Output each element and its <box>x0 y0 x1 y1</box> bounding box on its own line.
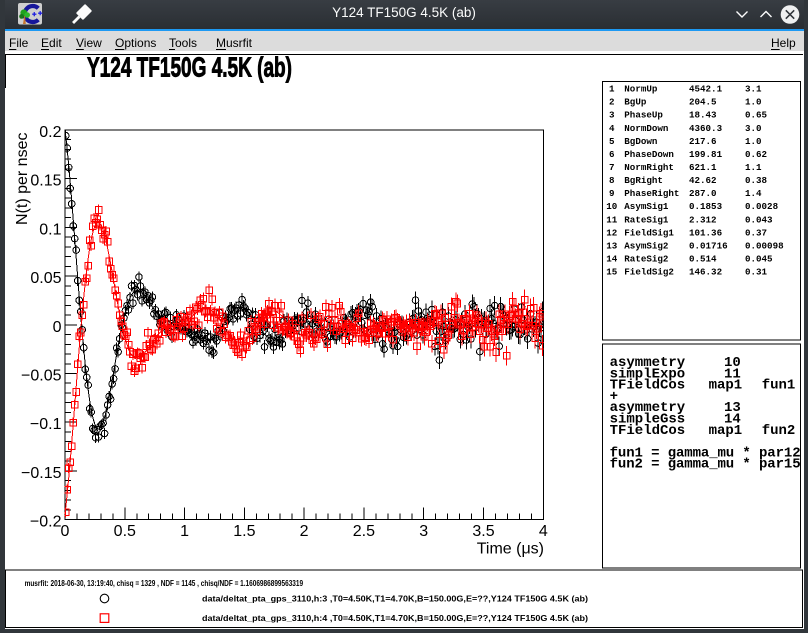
svg-text:FieldSig2: FieldSig2 <box>624 267 674 278</box>
svg-text:0.38: 0.38 <box>745 175 768 186</box>
svg-text:1.0: 1.0 <box>745 97 762 108</box>
svg-text:−0.1: −0.1 <box>30 416 62 433</box>
svg-text:1.1: 1.1 <box>745 162 762 173</box>
svg-text:1.5: 1.5 <box>233 523 255 540</box>
svg-text:1.4: 1.4 <box>745 188 762 199</box>
svg-text:18.43: 18.43 <box>689 110 717 121</box>
svg-text:8: 8 <box>609 175 615 186</box>
svg-text:11: 11 <box>606 214 618 225</box>
svg-text:0.043: 0.043 <box>745 214 773 225</box>
svg-text:0: 0 <box>53 319 62 336</box>
svg-text:FieldSig1: FieldSig1 <box>624 227 674 238</box>
svg-text:NormDown: NormDown <box>624 123 668 134</box>
svg-text:3: 3 <box>419 523 428 540</box>
svg-text:4542.1: 4542.1 <box>689 84 723 95</box>
svg-text:3.1: 3.1 <box>745 84 762 95</box>
svg-text:−0.15: −0.15 <box>21 465 62 482</box>
svg-text:Time (μs): Time (μs) <box>477 541 544 558</box>
svg-text:RateSig2: RateSig2 <box>624 254 668 265</box>
svg-text:1: 1 <box>180 523 189 540</box>
svg-text:0.2: 0.2 <box>39 124 61 141</box>
svg-text:9: 9 <box>609 188 615 199</box>
svg-text:−0.2: −0.2 <box>30 514 62 531</box>
svg-text:AsymSig2: AsymSig2 <box>624 240 668 251</box>
svg-text:0.15: 0.15 <box>30 173 61 190</box>
svg-text:BgRight: BgRight <box>624 175 663 186</box>
svg-text:NormUp: NormUp <box>624 84 658 95</box>
svg-text:PhaseDown: PhaseDown <box>624 149 674 160</box>
svg-text:0.31: 0.31 <box>745 267 768 278</box>
svg-text:0.65: 0.65 <box>745 110 768 121</box>
svg-text:0.62: 0.62 <box>745 149 767 160</box>
svg-text:Y124 TF150G 4.5K (ab): Y124 TF150G 4.5K (ab) <box>87 52 292 83</box>
svg-text:3: 3 <box>609 110 615 121</box>
svg-text:fun2: fun2 <box>762 423 796 439</box>
svg-text:0.1853: 0.1853 <box>689 201 723 212</box>
svg-text:0.514: 0.514 <box>689 254 717 265</box>
svg-text:N(t) per nsec: N(t) per nsec <box>14 133 31 225</box>
svg-text:PhaseUp: PhaseUp <box>624 110 663 121</box>
svg-text:0.0028: 0.0028 <box>745 201 779 212</box>
svg-text:0.01716: 0.01716 <box>689 240 728 251</box>
svg-text:6: 6 <box>609 149 615 160</box>
svg-text:287.0: 287.0 <box>689 188 717 199</box>
svg-text:12: 12 <box>606 227 617 238</box>
svg-text:TFieldCos: TFieldCos <box>610 378 686 394</box>
svg-text:data/deltat_pta_gps_3110,h:4 ,: data/deltat_pta_gps_3110,h:4 ,T0=4.50K,T… <box>202 613 588 623</box>
svg-text:5: 5 <box>609 136 615 147</box>
svg-text:map1: map1 <box>709 378 743 394</box>
svg-text:14: 14 <box>606 254 618 265</box>
svg-text:0.5: 0.5 <box>114 523 136 540</box>
svg-text:musrfit: 2018-06-30, 13:19:40,: musrfit: 2018-06-30, 13:19:40, chisq = 1… <box>25 578 304 588</box>
svg-text:RateSig1: RateSig1 <box>624 214 669 225</box>
svg-text:PhaseRight: PhaseRight <box>624 188 679 199</box>
svg-text:3.5: 3.5 <box>472 523 494 540</box>
svg-text:15: 15 <box>606 267 618 278</box>
svg-text:217.6: 217.6 <box>689 136 717 147</box>
svg-text:204.5: 204.5 <box>689 97 717 108</box>
svg-text:1: 1 <box>609 84 615 95</box>
svg-text:0.05: 0.05 <box>30 270 61 287</box>
svg-text:TFieldCos: TFieldCos <box>610 423 686 439</box>
svg-text:2.312: 2.312 <box>689 214 717 225</box>
svg-text:3.0: 3.0 <box>745 123 762 134</box>
svg-text:4360.3: 4360.3 <box>689 123 723 134</box>
svg-text:0.1: 0.1 <box>39 221 61 238</box>
svg-text:fun2 = gamma_mu * par15: fun2 = gamma_mu * par15 <box>610 457 801 473</box>
svg-text:4: 4 <box>539 523 548 540</box>
svg-text:BgDown: BgDown <box>624 136 657 147</box>
svg-text:621.1: 621.1 <box>689 162 717 173</box>
svg-text:42.62: 42.62 <box>689 175 717 186</box>
svg-text:0.045: 0.045 <box>745 254 773 265</box>
svg-text:2.5: 2.5 <box>353 523 375 540</box>
svg-text:NormRight: NormRight <box>624 162 674 173</box>
svg-text:4: 4 <box>609 123 615 134</box>
svg-text:13: 13 <box>606 240 618 251</box>
svg-text:7: 7 <box>609 162 615 173</box>
svg-text:0.37: 0.37 <box>745 227 767 238</box>
svg-text:−0.05: −0.05 <box>21 368 62 385</box>
svg-text:BgUp: BgUp <box>624 97 647 108</box>
svg-text:data/deltat_pta_gps_3110,h:3 ,: data/deltat_pta_gps_3110,h:3 ,T0=4.50K,T… <box>202 594 588 604</box>
svg-text:10: 10 <box>606 201 617 212</box>
svg-text:2: 2 <box>300 523 309 540</box>
svg-text:101.36: 101.36 <box>689 227 722 238</box>
svg-text:2: 2 <box>609 97 615 108</box>
svg-text:0.00098: 0.00098 <box>745 240 784 251</box>
svg-text:fun1: fun1 <box>762 378 796 394</box>
svg-text:map1: map1 <box>709 423 743 439</box>
svg-text:0: 0 <box>61 523 70 540</box>
svg-text:146.32: 146.32 <box>689 267 722 278</box>
svg-text:1.0: 1.0 <box>745 136 762 147</box>
svg-text:AsymSig1: AsymSig1 <box>624 201 669 212</box>
svg-text:199.81: 199.81 <box>689 149 723 160</box>
